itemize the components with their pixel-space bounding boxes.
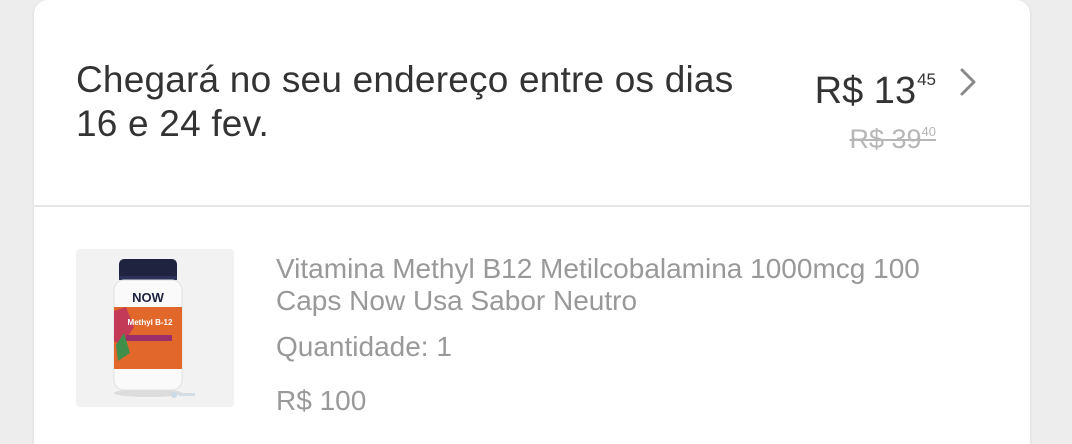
product-thumbnail: NOW Methyl B-12	[76, 249, 234, 407]
product-quantity: Quantidade: 1	[276, 331, 452, 362]
chevron-right-icon[interactable]	[956, 66, 980, 98]
price-current-whole: R$ 13	[814, 70, 917, 112]
shipping-price-current: R$ 1345	[815, 58, 936, 113]
delivery-estimate: Chegará no seu endereço entre os dias 16…	[76, 59, 734, 144]
product-price: R$ 100	[276, 385, 367, 416]
shipping-price-original: R$ 3940	[849, 117, 936, 154]
shipping-price: R$ 1345 R$ 3940	[815, 58, 936, 154]
bottle-label: Methyl B-12	[128, 318, 173, 327]
product-row: NOW Methyl B-12 Vitamina Methyl B12 Meti…	[34, 207, 1030, 444]
supplement-bottle-image: NOW Methyl B-12	[113, 259, 195, 398]
price-current-cents: 45	[917, 70, 936, 89]
bottle-brand: NOW	[132, 290, 165, 305]
price-original-cents: 40	[921, 124, 936, 139]
price-original-whole: R$ 39	[849, 124, 922, 154]
product-title[interactable]: Vitamina Methyl B12 Metilcobalamina 1000…	[276, 253, 976, 317]
shipping-row[interactable]: Chegará no seu endereço entre os dias 16…	[34, 0, 1030, 206]
order-card: Chegará no seu endereço entre os dias 16…	[34, 0, 1030, 444]
